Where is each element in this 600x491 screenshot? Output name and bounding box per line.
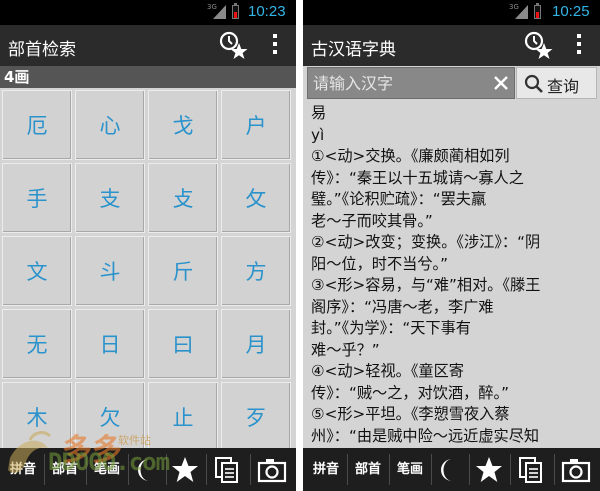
- entry-line: 璧。”《论积贮疏》：“罢夫羸: [311, 190, 487, 208]
- radical-cell[interactable]: 手: [2, 163, 72, 233]
- tab-stroke[interactable]: 笔画: [391, 448, 429, 491]
- radical-cell[interactable]: 止: [148, 382, 218, 452]
- query-button[interactable]: 查询: [516, 67, 597, 99]
- camera-icon[interactable]: [257, 455, 287, 485]
- dictionary-entry: 易 yì ①<动>交换。《廉颇蔺相如列 传》：“秦王以十五城请～寡人之 璧。”《论积…: [311, 103, 597, 447]
- page-title: 古汉语字典: [311, 40, 396, 60]
- radical-cell[interactable]: 厄: [2, 90, 72, 160]
- entry-line: 阁序》：“冯唐～老，李广难: [311, 297, 494, 316]
- tab-pinyin[interactable]: 拼音: [4, 448, 42, 491]
- entry-line: ②<动>改变；变换。《涉江》：“阴: [311, 233, 541, 251]
- radical-cell[interactable]: 戈: [148, 90, 218, 160]
- right-screen: 3G 10:25 古汉语字典 查询 易 yì ①<动>交换。《廉颇蔺相如列传: [303, 0, 600, 491]
- signal-icon: [515, 5, 528, 19]
- action-bar: 部首检索: [0, 25, 296, 66]
- entry-line: 阳～位，时不当兮。”: [311, 254, 448, 273]
- star-icon[interactable]: [170, 455, 200, 485]
- query-button-label: 查询: [547, 77, 580, 96]
- status-bar: 3G 10:25: [303, 0, 600, 25]
- radical-cell[interactable]: 歹: [221, 382, 291, 452]
- entry-definitions: ①<动>交换。《廉颇蔺相如列 传》：“秦王以十五城请～寡人之 璧。”《论积贮疏》：“…: [311, 146, 597, 447]
- bottom-bar: 拼音 部首 笔画: [303, 448, 600, 491]
- signal-icon: [213, 5, 226, 19]
- overflow-menu-icon[interactable]: [272, 34, 278, 54]
- entry-line: ⑤<形>平坦。《李愬雪夜入蔡: [311, 405, 510, 423]
- entry-line: 老～子而咬其骨。”: [311, 211, 433, 230]
- radical-cell[interactable]: 无: [2, 309, 72, 379]
- radical-cell[interactable]: 文: [2, 236, 72, 306]
- radical-cell[interactable]: 心: [75, 90, 145, 160]
- radical-cell[interactable]: 方: [221, 236, 291, 306]
- entry-line: ①<动>交换。《廉颇蔺相如列: [311, 147, 510, 165]
- entry-line: 州》：“由是贼中险～远近虚实尽知: [311, 426, 540, 445]
- clear-icon[interactable]: [492, 74, 510, 92]
- radical-cell[interactable]: 斗: [75, 236, 145, 306]
- watermark-site: 软件站: [118, 434, 151, 447]
- moon-icon[interactable]: [435, 455, 465, 485]
- radical-cell[interactable]: 日: [75, 309, 145, 379]
- status-time: 10:25: [552, 3, 590, 20]
- radical-cell[interactable]: 支: [75, 163, 145, 233]
- tab-radical[interactable]: 部首: [349, 448, 387, 491]
- radical-cell[interactable]: 斤: [148, 236, 218, 306]
- watermark-url: DDOOO.com: [48, 448, 170, 476]
- copy-icon[interactable]: [516, 455, 546, 485]
- entry-line: ③<形>容易，与“难”相对。《滕王: [311, 276, 541, 294]
- entry-line: 传》：“秦王以十五城请～寡人之: [311, 168, 524, 187]
- battery-icon: [534, 3, 541, 19]
- entry-line: ④<动>轻视。《童区寄: [311, 362, 464, 380]
- search-input[interactable]: [308, 68, 488, 98]
- entry-character: 易: [311, 104, 327, 122]
- radical-cell[interactable]: 曰: [148, 309, 218, 379]
- history-favorites-icon[interactable]: [523, 30, 553, 60]
- tab-pinyin[interactable]: 拼音: [307, 448, 345, 491]
- entry-pinyin: yì: [311, 125, 325, 144]
- search-icon: [524, 74, 543, 93]
- action-bar: 古汉语字典: [303, 25, 600, 66]
- copy-icon[interactable]: [212, 455, 242, 485]
- history-favorites-icon[interactable]: [218, 30, 248, 60]
- page-title: 部首检索: [8, 40, 76, 60]
- camera-icon[interactable]: [561, 455, 591, 485]
- entry-line: 难～乎？”: [311, 340, 380, 359]
- star-icon[interactable]: [474, 455, 504, 485]
- entry-line: 封。”《为学》：“天下事有: [311, 319, 471, 337]
- radical-cell[interactable]: 户: [221, 90, 291, 160]
- radical-cell[interactable]: 攴: [148, 163, 218, 233]
- radical-cell[interactable]: 攵: [221, 163, 291, 233]
- status-time: 10:23: [248, 3, 286, 20]
- stroke-count-header: 4画: [0, 66, 296, 88]
- entry-line: 传》：“贼～之，对饮酒，醉。”: [311, 383, 509, 402]
- radical-cell[interactable]: 月: [221, 309, 291, 379]
- search-box: [307, 67, 515, 99]
- status-bar: 3G 10:23: [0, 0, 296, 25]
- left-screen: 3G 10:23 部首检索 4画 厄心戈户手支攴攵文斗斤方无日曰月木欠止歹 拼音…: [0, 0, 296, 491]
- overflow-menu-icon[interactable]: [576, 34, 582, 54]
- battery-icon: [232, 3, 239, 19]
